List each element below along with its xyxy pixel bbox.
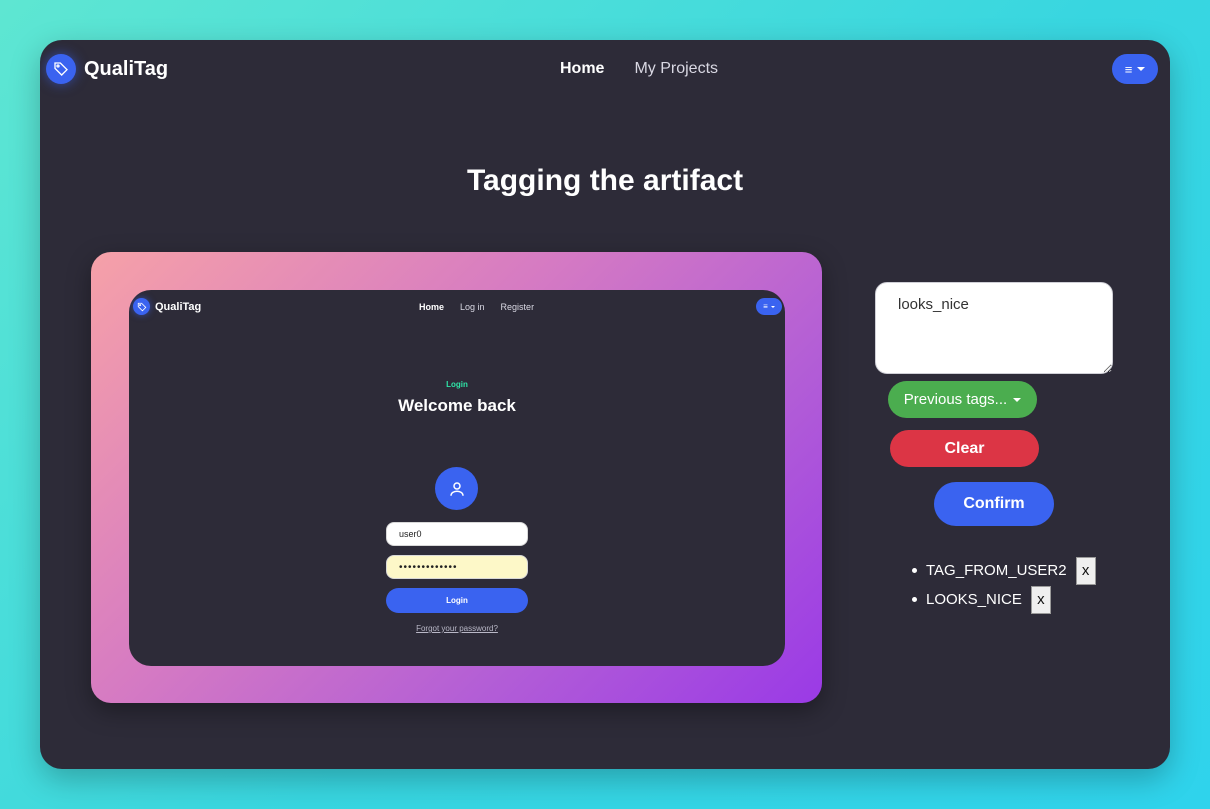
artifact-nav: Home Log in Register bbox=[419, 302, 534, 312]
list-item: TAG_FROM_USER2 x bbox=[912, 556, 1096, 585]
previous-tags-label: Previous tags... bbox=[903, 391, 1008, 408]
app-window: QualiTag Home My Projects ≡ Tagging the … bbox=[40, 40, 1170, 769]
remove-tag-button[interactable]: x bbox=[1075, 556, 1096, 585]
artifact-brand-name: QualiTag bbox=[155, 300, 202, 313]
tag-input[interactable]: looks_nice bbox=[875, 282, 1113, 374]
tag-label: TAG_FROM_USER2 bbox=[926, 562, 1067, 579]
brand[interactable]: QualiTag bbox=[46, 54, 168, 84]
bullet-icon bbox=[912, 568, 917, 573]
previous-tags-dropdown[interactable]: Previous tags... bbox=[888, 381, 1037, 418]
hamburger-icon: ≡ bbox=[1124, 61, 1133, 77]
artifact-password-field: ••••••••••••• bbox=[386, 555, 528, 579]
nav-my-projects[interactable]: My Projects bbox=[634, 60, 718, 78]
tag-icon bbox=[46, 54, 76, 84]
artifact-forgot-link: Forgot your password? bbox=[416, 624, 498, 633]
user-icon bbox=[435, 467, 478, 510]
artifact-nav-login: Log in bbox=[460, 302, 485, 312]
artifact-username-field: user0 bbox=[386, 522, 528, 546]
caret-down-icon bbox=[770, 305, 775, 308]
artifact-brand: QualiTag bbox=[133, 298, 201, 315]
page-title: Tagging the artifact bbox=[466, 164, 744, 197]
clear-button[interactable]: Clear bbox=[890, 430, 1039, 467]
nav-home[interactable]: Home bbox=[560, 60, 604, 78]
main-nav: Home My Projects bbox=[560, 60, 718, 78]
artifact-frame: QualiTag Home Log in Register ≡ Login We… bbox=[91, 252, 822, 703]
menu-button[interactable]: ≡ bbox=[1112, 54, 1158, 84]
hamburger-icon: ≡ bbox=[763, 302, 768, 311]
remove-tag-button[interactable]: x bbox=[1030, 585, 1051, 614]
artifact-nav-register: Register bbox=[500, 302, 535, 312]
bullet-icon bbox=[912, 597, 917, 602]
artifact-login-button: Login bbox=[386, 588, 528, 613]
artifact-eyebrow: Login bbox=[446, 380, 468, 389]
artifact-screenshot: QualiTag Home Log in Register ≡ Login We… bbox=[129, 290, 785, 666]
tag-list: TAG_FROM_USER2 x LOOKS_NICE x bbox=[912, 556, 1096, 614]
caret-down-icon bbox=[1137, 67, 1146, 71]
tag-icon bbox=[133, 298, 150, 315]
list-item: LOOKS_NICE x bbox=[912, 585, 1096, 614]
brand-name: QualiTag bbox=[84, 57, 169, 80]
artifact-menu-button: ≡ bbox=[756, 298, 782, 315]
tag-label: LOOKS_NICE bbox=[926, 591, 1022, 608]
confirm-button[interactable]: Confirm bbox=[934, 482, 1054, 526]
caret-down-icon bbox=[1013, 397, 1022, 402]
artifact-nav-home: Home bbox=[419, 302, 445, 312]
artifact-heading: Welcome back bbox=[398, 396, 516, 415]
